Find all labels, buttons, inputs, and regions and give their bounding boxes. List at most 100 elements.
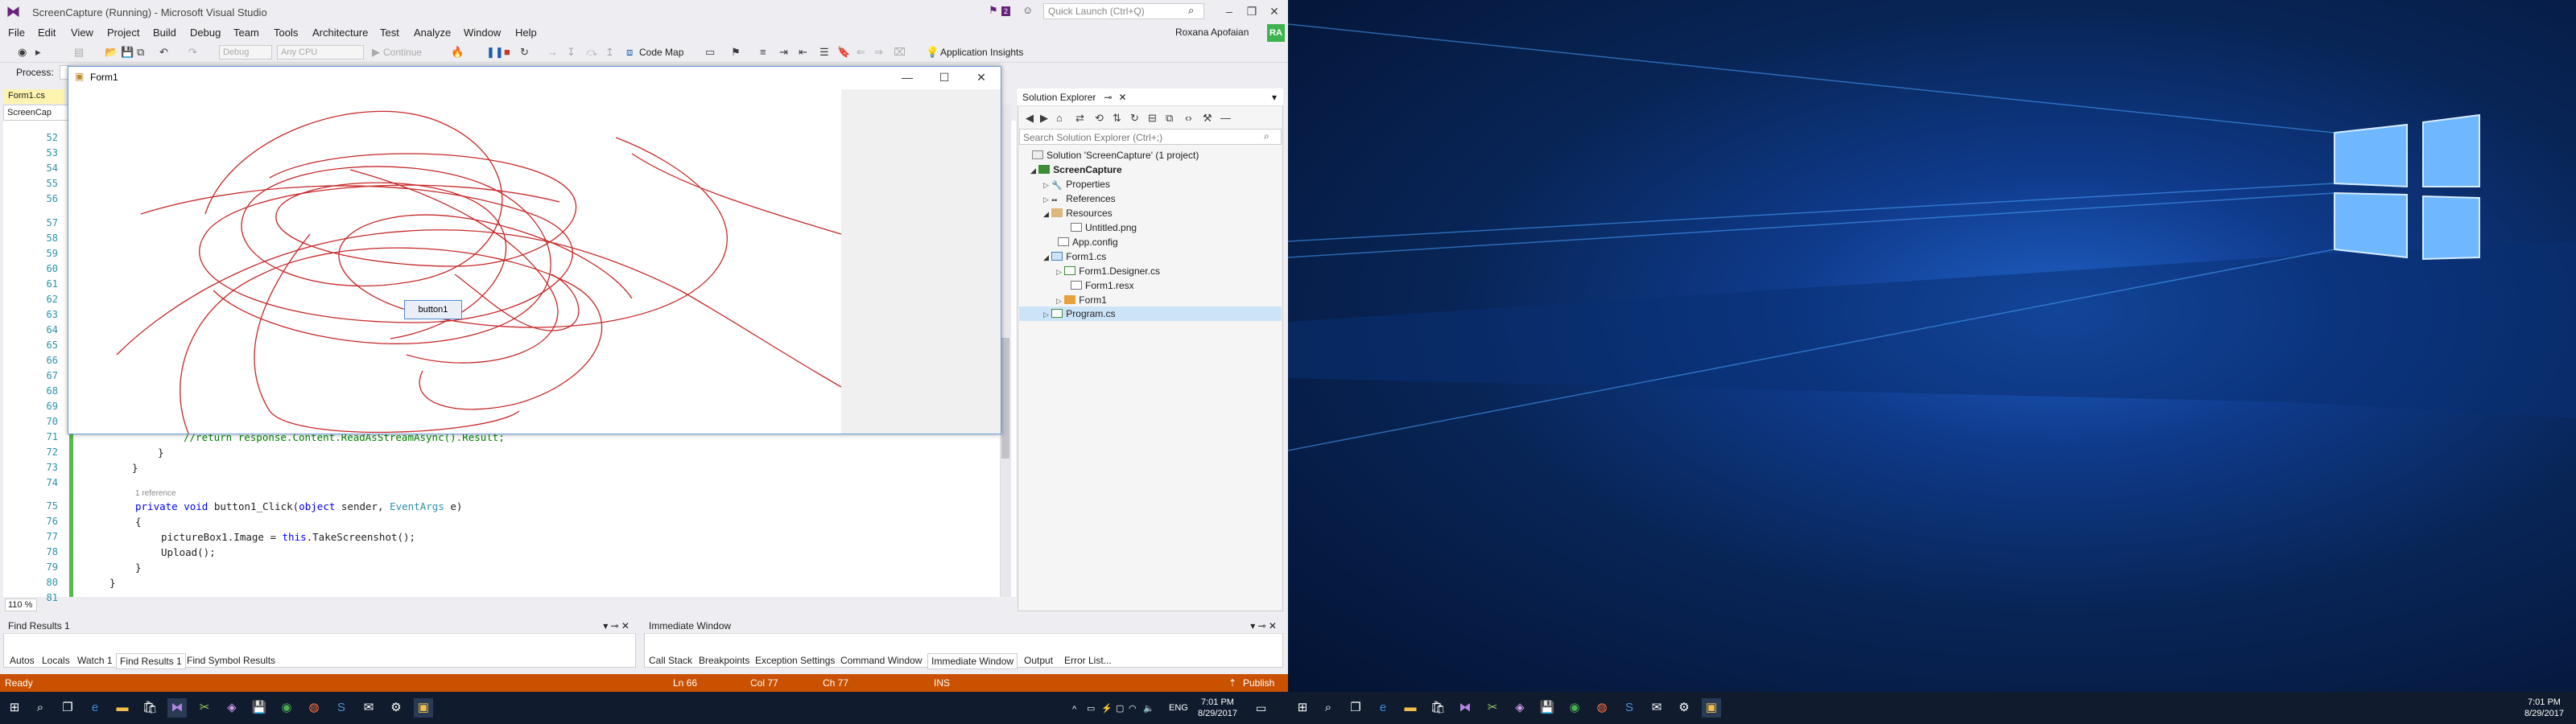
properties-icon[interactable]: ⚒ xyxy=(1203,112,1212,125)
step-over-icon[interactable]: ⤼ xyxy=(586,46,597,59)
expand-arrow-icon[interactable]: ◢ xyxy=(1043,253,1049,261)
collapse-all-icon[interactable]: ⊟ xyxy=(1148,112,1157,125)
button1[interactable]: button1 xyxy=(404,300,462,319)
start-icon[interactable]: ⊞ xyxy=(5,698,24,718)
forward-icon[interactable]: ▶ xyxy=(1040,112,1048,125)
form1-minimize-button[interactable]: — xyxy=(895,69,919,85)
firefox-icon[interactable]: ◍ xyxy=(1592,698,1612,718)
pause-icon[interactable]: ❚❚ xyxy=(486,46,504,59)
tray-display-icon[interactable]: ▢ xyxy=(1116,703,1124,714)
redo-icon[interactable]: ↷ xyxy=(188,46,197,59)
tab-immediate-window[interactable]: Immediate Window xyxy=(927,653,1018,669)
tab-error-list[interactable]: Error List... xyxy=(1061,653,1115,668)
stop-icon[interactable]: ■ xyxy=(504,46,510,58)
visual-studio-icon[interactable]: ⧓ xyxy=(167,698,187,718)
clock-time[interactable]: 7:01 PM xyxy=(1201,697,1234,707)
start-icon[interactable]: ⊞ xyxy=(1293,698,1312,718)
form1-close-button[interactable]: ✕ xyxy=(969,69,993,85)
clock-date[interactable]: 8/29/2017 xyxy=(1198,709,1237,718)
settings-gear-icon[interactable]: ⚙ xyxy=(1674,698,1694,718)
prev-bookmark-icon[interactable]: ⇐ xyxy=(857,46,865,59)
mail-icon[interactable]: ✉ xyxy=(1647,698,1666,718)
menu-edit[interactable]: Edit xyxy=(38,27,56,39)
collapse-arrow-icon[interactable]: ▷ xyxy=(1043,311,1049,319)
clock-time[interactable]: 7:01 PM xyxy=(2528,697,2561,707)
search-icon[interactable]: ⌕ xyxy=(1319,698,1338,718)
save-all-icon[interactable]: ⧉ xyxy=(137,46,144,59)
task-view-icon[interactable]: ❐ xyxy=(1346,698,1365,718)
form1-app-icon[interactable]: ▣ xyxy=(414,698,433,718)
show-next-statement-icon[interactable]: → xyxy=(547,46,558,58)
tools-icon[interactable]: ✂ xyxy=(195,698,214,718)
tree-item-form1-class[interactable]: ▷ Form1 xyxy=(1056,294,1107,306)
tray-volume-icon[interactable]: 🔈 xyxy=(1143,703,1154,714)
clear-bookmarks-icon[interactable]: ⌧ xyxy=(894,46,906,59)
user-name[interactable]: Roxana Apofaian xyxy=(1175,27,1249,38)
close-icon[interactable]: ▾ ⊸ ✕ xyxy=(1250,620,1277,631)
menu-tools[interactable]: Tools xyxy=(274,27,298,39)
settings-gear-icon[interactable]: ⚙ xyxy=(386,698,406,718)
tray-battery-icon[interactable]: ⚡ xyxy=(1101,703,1113,714)
home-icon[interactable]: ⌂ xyxy=(1056,112,1063,124)
code-map-icon[interactable]: ⧈ xyxy=(626,46,633,59)
navigation-combo[interactable]: ScreenCap xyxy=(3,105,69,121)
menu-debug[interactable]: Debug xyxy=(190,27,221,39)
tab-exception-settings[interactable]: Exception Settings xyxy=(752,653,838,668)
mail-icon[interactable]: ✉ xyxy=(359,698,378,718)
navigate-back-icon[interactable]: ◉ xyxy=(18,46,27,59)
minimize-button[interactable]: – xyxy=(1219,3,1240,19)
tray-chevron-icon[interactable]: ^ xyxy=(1072,705,1076,714)
pending-changes-icon[interactable]: ⟲ xyxy=(1095,112,1104,125)
switch-views-icon[interactable]: ⇄ xyxy=(1075,112,1084,125)
fire-icon[interactable]: 🔥 xyxy=(451,46,464,59)
floppy-icon[interactable]: 💾 xyxy=(1538,698,1557,718)
bookmark-icon[interactable]: ⚑ xyxy=(731,46,741,59)
tree-item-references[interactable]: ▷ ▪▪ References xyxy=(1043,193,1116,205)
menu-help[interactable]: Help xyxy=(515,27,537,39)
search-icon[interactable]: ⌕ xyxy=(31,698,50,718)
tab-call-stack[interactable]: Call Stack xyxy=(646,653,696,668)
reference-hint[interactable]: 1 reference xyxy=(135,489,176,498)
store-icon[interactable]: 🛍 xyxy=(1428,698,1447,718)
notification-flag-icon[interactable]: ⚑ xyxy=(989,4,998,17)
restore-button[interactable]: ❐ xyxy=(1241,3,1262,19)
tree-item-resources[interactable]: ◢ Resources xyxy=(1043,208,1113,219)
continue-button[interactable]: Continue xyxy=(383,47,422,58)
tools-icon[interactable]: ✂ xyxy=(1483,698,1502,718)
back-icon[interactable]: ◀ xyxy=(1026,112,1034,125)
media-icon[interactable]: ◈ xyxy=(1510,698,1530,718)
tree-item-solution[interactable]: Solution 'ScreenCapture' (1 project) xyxy=(1032,150,1199,161)
action-center-icon[interactable]: ▭ xyxy=(1256,701,1266,715)
publish-icon[interactable]: ⇡ xyxy=(1228,677,1236,689)
form1-maximize-button[interactable]: ☐ xyxy=(932,69,956,85)
menu-test[interactable]: Test xyxy=(380,27,399,39)
show-all-files-icon[interactable]: ⧉ xyxy=(1166,112,1173,125)
collapse-arrow-icon[interactable]: ▷ xyxy=(1056,268,1062,276)
tree-item-form1-designer[interactable]: ▷ Form1.Designer.cs xyxy=(1056,265,1160,277)
tray-network-icon[interactable]: ▭ xyxy=(1087,703,1095,714)
tab-breakpoints[interactable]: Breakpoints xyxy=(696,653,753,668)
save-icon[interactable]: 💾 xyxy=(121,46,134,59)
visual-studio-icon[interactable]: ⧓ xyxy=(1455,698,1475,718)
sync-icon[interactable]: ⇅ xyxy=(1113,112,1121,125)
feedback-icon[interactable]: ☺ xyxy=(1022,4,1033,16)
bookmark-toggle-icon[interactable]: 🔖 xyxy=(837,46,850,59)
tab-command-window[interactable]: Command Window xyxy=(837,653,925,668)
navigate-forward-icon[interactable]: ▸ xyxy=(35,46,41,59)
tab-find-symbol-results[interactable]: Find Symbol Results xyxy=(184,653,279,668)
clock-date[interactable]: 8/29/2017 xyxy=(2524,709,2564,718)
application-insights-button[interactable]: Application Insights xyxy=(940,47,1023,58)
open-file-icon[interactable]: 📂 xyxy=(105,46,118,59)
align-left-icon[interactable]: ≡ xyxy=(760,46,766,58)
tab-output[interactable]: Output xyxy=(1021,653,1056,668)
collapse-arrow-icon[interactable]: ▷ xyxy=(1043,181,1049,189)
media-icon[interactable]: ◈ xyxy=(222,698,242,718)
expand-arrow-icon[interactable]: ◢ xyxy=(1030,167,1036,175)
tab-autos[interactable]: Autos xyxy=(6,653,38,668)
floppy-icon[interactable]: 💾 xyxy=(250,698,269,718)
comment-icon[interactable]: ▭ xyxy=(705,46,715,59)
platform-select[interactable]: Any CPU xyxy=(277,45,364,60)
collapse-arrow-icon[interactable]: ▷ xyxy=(1043,195,1049,204)
chrome-icon[interactable]: ◉ xyxy=(277,698,296,718)
tree-item-project[interactable]: ◢ ScreenCapture xyxy=(1030,164,1122,175)
